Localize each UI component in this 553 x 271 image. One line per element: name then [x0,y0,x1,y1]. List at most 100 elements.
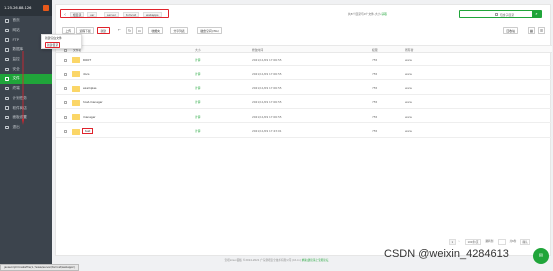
favorites-button[interactable]: 收藏夹 [148,27,164,34]
upload-button[interactable]: 上传 [62,27,75,34]
table-row[interactable]: host-manager 计算 2021/11/09 17:06:55 755 www [56,97,552,109]
notification-icon[interactable] [43,5,49,11]
row-checkbox[interactable] [64,101,67,105]
menu-icon [5,19,9,23]
table-row[interactable]: docs 计算 2021/11/09 17:06:55 755 www [56,68,552,81]
sidebar-item[interactable]: 计划任务 [0,94,52,104]
table-row[interactable]: ROOT 计算 2021/11/09 17:06:55 755 www [56,54,552,66]
recycle-bin-button[interactable]: 回收站 [503,27,519,34]
get-size-link[interactable]: 获取 [381,12,387,16]
file-name[interactable]: examples [83,86,97,90]
share-list-button[interactable]: 分享列表 [170,27,189,34]
file-owner[interactable]: www [405,58,412,62]
goto-label: 跳转到 [484,239,495,245]
file-size[interactable]: 计算 [195,115,201,119]
sidebar-item[interactable]: 安全 [0,64,52,74]
table-header: 文件名 大小 修改时间 权限 所有者 [56,45,552,53]
sidebar-item[interactable]: 软件商店 [0,103,52,113]
col-perm[interactable]: 权限 [372,48,378,52]
col-owner[interactable]: 所有者 [405,48,413,52]
file-owner[interactable]: www [405,72,412,76]
file-size[interactable]: 计算 [195,86,201,90]
file-permission[interactable]: 755 [372,115,377,119]
path-breadcrumb[interactable]: ‹ 根目录 usr server tomcat webapps [60,9,169,18]
folder-icon [72,128,80,135]
file-permission[interactable]: 755 [372,58,377,62]
new-button[interactable]: 新建 [97,27,110,34]
file-permission[interactable]: 755 [372,72,377,76]
col-time[interactable]: 修改时间 [252,48,263,52]
remote-download-button[interactable]: 远程下载 [76,27,95,34]
table-row[interactable]: examples 计算 2021/11/09 17:06:55 755 www [56,83,552,95]
server-ip: 1.25.26.88.126 [4,6,32,10]
row-checkbox[interactable] [64,87,67,91]
sidebar-item[interactable]: 终端 [0,84,52,94]
table-row[interactable]: test 计算 2021/11/09 17:23:01 755 www [56,126,552,138]
terminal-icon[interactable]: ▭ [136,27,143,34]
file-owner[interactable]: www [405,86,412,90]
file-time: 2021/11/09 17:06:55 [252,57,282,62]
file-time: 2021/11/09 17:23:01 [252,129,282,133]
refresh-icon[interactable]: ↻ [126,27,133,34]
confirm-button[interactable]: 确认 [520,239,531,245]
browser-status-bar: javascript:CreateFile(1,'/www/server/tom… [0,264,80,271]
row-checkbox[interactable] [64,130,67,133]
file-owner[interactable]: www [405,129,412,133]
menu-icon [5,28,9,33]
sidebar-item-label: 计划任务 [12,95,27,100]
file-owner[interactable]: www [405,115,412,119]
table-row[interactable]: manager 计算 2021/11/09 17:06:55 755 www [56,111,552,124]
back-icon[interactable]: ← [116,27,123,34]
file-size[interactable]: 计算 [195,100,201,104]
new-directory-item[interactable]: 新建目录 [42,41,81,49]
file-permission[interactable]: 755 [372,100,377,104]
menu-icon [5,38,9,42]
file-name[interactable]: test [82,128,94,134]
col-size[interactable]: 大小 [195,48,201,52]
file-name[interactable]: docs [83,72,89,76]
crumb-webapps[interactable]: webapps [143,12,162,17]
folder-icon [72,114,80,121]
include-subdir-checkbox[interactable] [495,13,498,16]
forum-link[interactable]: 求助|建议请上宝塔论坛 [302,259,329,262]
list-view-icon[interactable]: ☰ [538,27,545,34]
folder-icon [72,99,80,106]
menu-icon [5,115,9,120]
next-page-icon[interactable]: › [457,239,462,245]
sidebar-item-label: FTP [12,38,19,43]
row-checkbox[interactable] [64,72,67,76]
menu-icon [5,96,9,101]
per-page-select[interactable]: 100条/页 [465,239,482,245]
grid-view-icon[interactable]: ▦ [528,27,535,34]
file-size[interactable]: 计算 [195,129,201,133]
file-name[interactable]: manager [83,115,96,119]
file-permission[interactable]: 755 [372,86,377,90]
search-icon[interactable]: ⌕ [532,11,541,18]
file-size[interactable]: 计算 [195,58,201,62]
file-permission[interactable]: 755 [372,129,377,133]
file-owner[interactable]: www [405,100,412,104]
chat-support-icon[interactable]: ✉ [533,248,549,264]
crumb-server[interactable]: server [104,12,119,17]
file-name[interactable]: ROOT [83,58,91,62]
crumb-usr[interactable]: usr [87,12,98,17]
menu-icon [5,86,9,91]
disk-space-button[interactable]: 磁盘空间(/3G) [197,27,223,34]
sidebar-item[interactable]: 首页 [0,16,52,26]
file-name[interactable]: host-manager [83,100,103,104]
sidebar-item[interactable]: 监控 [0,55,52,65]
total-count: 共6条 [508,239,518,245]
sidebar-item[interactable]: 文件 [0,74,52,84]
goto-input[interactable] [498,239,506,245]
crumb-tomcat[interactable]: tomcat [123,12,139,17]
row-checkbox[interactable] [64,115,67,119]
sidebar-item[interactable]: 面板设置 [0,113,52,123]
back-arrow-icon[interactable]: ‹ [62,12,68,18]
sidebar-item[interactable]: 退出 [0,123,52,133]
file-size[interactable]: 计算 [195,72,201,76]
page-number[interactable]: 1 [449,239,456,245]
sidebar-item-label: 终端 [12,86,20,91]
row-checkbox[interactable] [64,58,67,62]
search-box[interactable]: 包含子目录 ⌕ [459,10,542,18]
crumb-root[interactable]: 根目录 [70,12,85,17]
